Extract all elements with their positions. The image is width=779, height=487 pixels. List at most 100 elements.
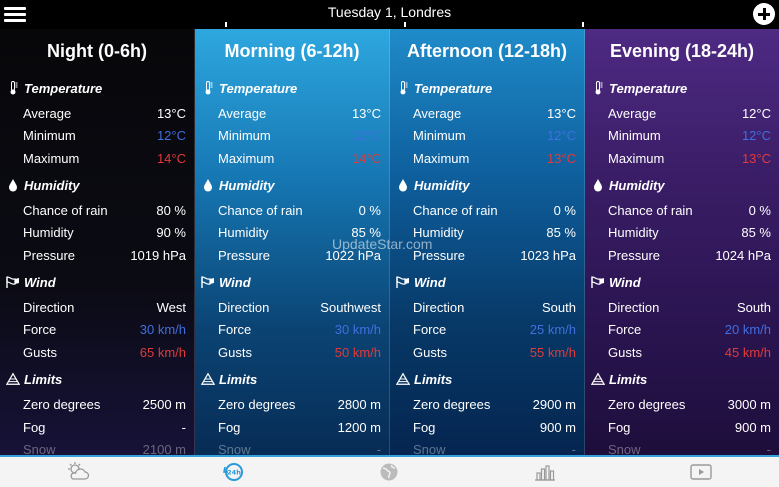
row-label: Zero degrees [608, 396, 686, 412]
period-column-night: Night (0-6h) Temperature Average 13°C Minimu… [0, 29, 195, 455]
section-temperature: Temperature [6, 79, 102, 97]
row-direction: Direction West [23, 298, 186, 316]
row-gusts: Gusts 50 km/h [218, 343, 381, 361]
section-temperature: Temperature [201, 79, 297, 97]
row-label: Chance of rain [23, 202, 108, 218]
row-value: 2800 m [337, 396, 381, 412]
row-value: South [737, 299, 771, 315]
tab-hourly-detail[interactable]: 24h [156, 457, 312, 487]
add-location-icon[interactable] [753, 3, 775, 25]
row-value: 14°C [351, 150, 381, 166]
row-value: 20 km/h [724, 321, 771, 337]
section-humidity: Humidity [591, 176, 665, 194]
humidity-icon [201, 178, 215, 192]
row-label: Fog [218, 419, 241, 435]
row-value: - [376, 441, 381, 456]
row-value: 12°C [351, 127, 381, 143]
section-label: Wind [219, 274, 251, 290]
row-value: - [571, 441, 576, 456]
row-label: Minimum [413, 127, 466, 143]
hourly-detail-icon: 24h [222, 463, 243, 481]
row-label: Maximum [413, 150, 470, 166]
row-label: Chance of rain [218, 202, 303, 218]
temperature-icon [6, 81, 20, 95]
row-label: Humidity [218, 224, 269, 240]
row-snow: Snow - [608, 440, 771, 456]
video-icon [690, 464, 712, 480]
bottom-tab-bar: 24h [0, 455, 779, 487]
row-label: Gusts [413, 344, 447, 360]
period-title: Morning (6-12h) [224, 41, 360, 61]
row-chance-of-rain: Chance of rain 0 % [218, 201, 381, 219]
row-value: 3000 m [727, 396, 771, 412]
section-label: Temperature [414, 80, 493, 96]
limits-icon [6, 372, 20, 386]
row-value: 25 km/h [529, 321, 576, 337]
row-value: 13°C [351, 105, 381, 121]
row-value: 0 % [358, 202, 381, 218]
row-zero-degrees: Zero degrees 3000 m [608, 395, 771, 413]
row-label: Humidity [23, 224, 74, 240]
row-label: Fog [23, 419, 46, 435]
row-label: Maximum [218, 150, 275, 166]
row-pressure: Pressure 1023 hPa [413, 246, 576, 264]
row-label: Gusts [608, 344, 642, 360]
row-label: Force [413, 321, 447, 337]
row-value: 2900 m [532, 396, 576, 412]
section-limits: Limits [6, 370, 62, 388]
row-label: Gusts [23, 344, 57, 360]
section-label: Temperature [24, 80, 103, 96]
period-column-evening: Evening (18-24h) Temperature Average 12°C Mi… [585, 29, 779, 455]
tab-charts[interactable] [467, 457, 623, 487]
row-value: 12°C [156, 127, 186, 143]
row-humidity: Humidity 90 % [23, 223, 186, 241]
humidity-icon [6, 178, 20, 192]
row-label: Humidity [413, 224, 464, 240]
row-value: Southwest [320, 299, 381, 315]
row-average: Average 13°C [23, 104, 186, 122]
row-zero-degrees: Zero degrees 2800 m [218, 395, 381, 413]
top-bar: Tuesday 1, Londres [0, 0, 779, 29]
row-label: Fog [413, 419, 436, 435]
row-value: 1019 hPa [130, 247, 186, 263]
row-force: Force 30 km/h [23, 320, 186, 338]
row-minimum: Minimum 12°C [608, 126, 771, 144]
section-humidity: Humidity [201, 176, 275, 194]
row-value: 12°C [741, 127, 771, 143]
row-maximum: Maximum 14°C [23, 149, 186, 167]
limits-icon [201, 372, 215, 386]
row-humidity: Humidity 85 % [218, 223, 381, 241]
section-temperature: Temperature [396, 79, 492, 97]
row-value: 50 km/h [334, 344, 381, 360]
temperature-icon [591, 81, 605, 95]
temperature-icon [396, 81, 410, 95]
row-gusts: Gusts 45 km/h [608, 343, 771, 361]
row-label: Chance of rain [413, 202, 498, 218]
row-label: Zero degrees [218, 396, 296, 412]
row-chance-of-rain: Chance of rain 0 % [608, 201, 771, 219]
row-value: 900 m [734, 419, 771, 435]
humidity-icon [396, 178, 410, 192]
limits-icon [591, 372, 605, 386]
section-label: Limits [609, 371, 648, 387]
row-fog: Fog - [23, 418, 186, 436]
row-value: 45 km/h [724, 344, 771, 360]
section-limits: Limits [396, 370, 452, 388]
period-title: Night (0-6h) [47, 41, 147, 61]
row-force: Force 30 km/h [218, 320, 381, 338]
row-zero-degrees: Zero degrees 2900 m [413, 395, 576, 413]
row-force: Force 25 km/h [413, 320, 576, 338]
row-maximum: Maximum 13°C [413, 149, 576, 167]
tab-map[interactable] [312, 457, 468, 487]
row-value: 13°C [546, 105, 576, 121]
tab-video[interactable] [623, 457, 779, 487]
row-value: 30 km/h [334, 321, 381, 337]
row-label: Snow [218, 441, 251, 456]
tab-forecast[interactable] [0, 457, 156, 487]
row-label: Minimum [23, 127, 76, 143]
row-average: Average 13°C [413, 104, 576, 122]
period-column-afternoon: Afternoon (12-18h) Temperature Average 13°C… [390, 29, 585, 455]
section-label: Limits [414, 371, 453, 387]
row-label: Maximum [608, 150, 665, 166]
section-wind: Wind [6, 273, 56, 291]
